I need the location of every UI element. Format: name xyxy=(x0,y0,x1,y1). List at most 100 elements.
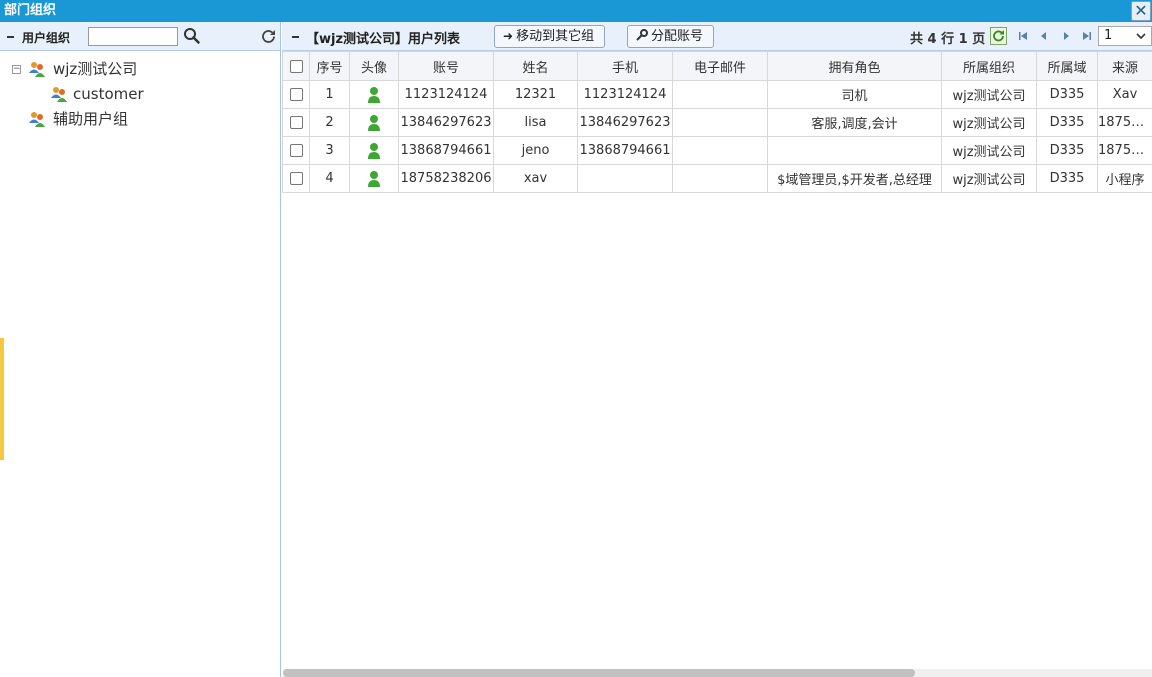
search-icon[interactable] xyxy=(183,27,201,45)
assign-account-button[interactable]: 分配账号 xyxy=(627,25,715,48)
org-search-input[interactable] xyxy=(88,27,178,46)
tree-node-customer[interactable]: customer xyxy=(0,82,280,107)
cell-email xyxy=(672,136,768,165)
cell-account: 1123124124 xyxy=(398,80,494,109)
move-to-group-label: 移动到其它组 xyxy=(516,29,595,44)
column-header[interactable]: 头像 xyxy=(349,51,399,81)
close-button[interactable]: ✕ xyxy=(1131,1,1151,21)
arrow-right-icon: ➜ xyxy=(503,29,514,43)
scrollbar-thumb[interactable] xyxy=(283,669,915,677)
column-header[interactable]: 手机 xyxy=(577,51,673,81)
column-header[interactable]: 姓名 xyxy=(493,51,578,81)
next-page-icon[interactable] xyxy=(1060,30,1072,42)
collapse-panel-icon[interactable] xyxy=(292,36,299,38)
tree-expander-icon[interactable]: − xyxy=(12,65,21,74)
cell-account: 13868794661 xyxy=(398,136,494,165)
cell-org: wjz测试公司 xyxy=(941,136,1037,165)
table-row[interactable]: 2 13846297623 lisa 13846297623 客服,调度,会计 wjz测试… xyxy=(282,108,1152,137)
row-checkbox-cell[interactable] xyxy=(282,80,310,109)
row-checkbox[interactable] xyxy=(289,144,303,157)
cell-source: Xav xyxy=(1097,80,1152,109)
group-icon xyxy=(51,87,67,102)
org-panel-header: 用户组织 xyxy=(0,22,280,51)
cell-org: wjz测试公司 xyxy=(941,80,1037,109)
tree-label: 辅助用户组 xyxy=(53,110,129,128)
table-row[interactable]: 3 13868794661 jeno 13868794661 wjz测试公司 D335 18… xyxy=(282,136,1152,165)
cell-org: wjz测试公司 xyxy=(941,164,1037,193)
column-header[interactable]: 电子邮件 xyxy=(672,51,768,81)
collapse-panel-icon[interactable] xyxy=(7,36,14,38)
avatar-cell xyxy=(349,108,399,137)
tree-label: customer xyxy=(73,85,144,103)
horizontal-scrollbar[interactable] xyxy=(283,669,1152,677)
cell-domain: D335 xyxy=(1036,136,1098,165)
column-header[interactable]: 账号 xyxy=(398,51,494,81)
close-icon: ✕ xyxy=(1134,1,1148,20)
user-avatar-icon xyxy=(368,170,380,187)
cell-roles: 客服,调度,会计 xyxy=(767,108,942,137)
cell-email xyxy=(672,108,768,137)
cell-name: 12321 xyxy=(493,80,578,109)
row-checkbox-cell[interactable] xyxy=(282,164,310,193)
assign-account-label: 分配账号 xyxy=(651,29,704,44)
page-select-value: 1 xyxy=(1104,28,1113,43)
row-checkbox-cell[interactable] xyxy=(282,108,310,137)
cell-source: 小程序 xyxy=(1097,164,1152,193)
cell-phone: 13868794661 xyxy=(577,136,673,165)
prev-page-icon[interactable] xyxy=(1038,30,1050,42)
row-checkbox[interactable] xyxy=(289,172,303,185)
cell-email xyxy=(672,164,768,193)
column-header[interactable]: 所属域 xyxy=(1036,51,1098,81)
user-list-panel: 【wjz测试公司】用户列表 ➜ 移动到其它组 分配账号 共 4 行 1 页 1 … xyxy=(282,22,1152,677)
column-header[interactable]: 所属组织 xyxy=(941,51,1037,81)
cell-org: wjz测试公司 xyxy=(941,108,1037,137)
column-header[interactable]: 拥有角色 xyxy=(767,51,942,81)
row-checkbox[interactable] xyxy=(289,88,303,101)
panel-splitter-handle[interactable] xyxy=(0,338,4,460)
column-header[interactable]: 来源 xyxy=(1097,51,1152,81)
refresh-icon xyxy=(993,30,1004,42)
refresh-icon[interactable] xyxy=(260,28,277,45)
cell-roles: $域管理员,$开发者,总经理 xyxy=(767,164,942,193)
avatar-cell xyxy=(349,80,399,109)
select-all-checkbox-cell[interactable] xyxy=(282,51,310,81)
org-panel-title: 用户组织 xyxy=(22,31,71,45)
user-list-toolbar: 【wjz测试公司】用户列表 ➜ 移动到其它组 分配账号 共 4 行 1 页 1 xyxy=(282,22,1152,51)
tree-label: wjz测试公司 xyxy=(53,60,138,78)
pager-refresh-button[interactable] xyxy=(990,27,1007,45)
user-avatar-icon xyxy=(368,142,380,159)
user-avatar-icon xyxy=(368,86,380,103)
column-header[interactable]: 序号 xyxy=(309,51,350,81)
cell-domain: D335 xyxy=(1036,164,1098,193)
key-icon xyxy=(636,29,648,41)
tree-node-aux-group[interactable]: 辅助用户组 xyxy=(0,107,280,132)
row-checkbox[interactable] xyxy=(289,116,303,129)
cell-email xyxy=(672,80,768,109)
group-icon xyxy=(29,62,45,77)
select-all-checkbox[interactable] xyxy=(289,59,303,73)
window-title: 部门组织 xyxy=(4,3,57,18)
cell-no: 4 xyxy=(309,164,350,193)
tree-node-company[interactable]: − wjz测试公司 xyxy=(0,57,280,82)
user-grid: 序号 头像 账号 姓名 手机 电子邮件 拥有角色 所属组织 所属域 来源 1 11… xyxy=(282,51,1152,193)
org-tree: − wjz测试公司 customer 辅助用户组 xyxy=(0,51,280,132)
cell-no: 2 xyxy=(309,108,350,137)
table-row[interactable]: 1 1123124124 12321 1123124124 司机 wjz测试公司 D335 X… xyxy=(282,80,1152,109)
row-checkbox-cell[interactable] xyxy=(282,136,310,165)
cell-name: xav xyxy=(493,164,578,193)
cell-roles xyxy=(767,136,942,165)
cell-account: 18758238206 xyxy=(398,164,494,193)
cell-roles: 司机 xyxy=(767,80,942,109)
avatar-cell xyxy=(349,164,399,193)
cell-domain: D335 xyxy=(1036,108,1098,137)
org-panel: 用户组织 − wjz测试公司 customer 辅助用户组 xyxy=(0,22,281,677)
move-to-group-button[interactable]: ➜ 移动到其它组 xyxy=(494,25,606,48)
grid-header-row: 序号 头像 账号 姓名 手机 电子邮件 拥有角色 所属组织 所属域 来源 xyxy=(282,51,1152,81)
page-select[interactable]: 1 xyxy=(1098,26,1152,46)
cell-source: 18758238206 xyxy=(1097,108,1152,137)
cell-no: 3 xyxy=(309,136,350,165)
table-row[interactable]: 4 18758238206 xav $域管理员,$开发者,总经理 wjz测试公司 D335… xyxy=(282,164,1152,193)
first-page-icon[interactable] xyxy=(1017,30,1029,42)
last-page-icon[interactable] xyxy=(1081,30,1093,42)
cell-domain: D335 xyxy=(1036,80,1098,109)
